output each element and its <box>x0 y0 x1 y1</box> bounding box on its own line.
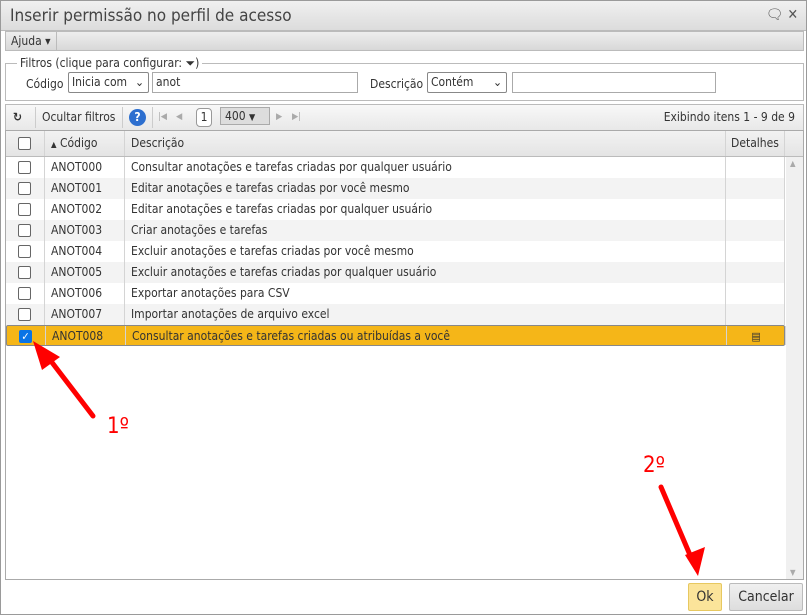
step1-label: 1º <box>107 414 129 439</box>
arrow-step2 <box>658 484 696 565</box>
step2-label: 2º <box>643 453 665 478</box>
annotation-arrows <box>33 341 705 576</box>
